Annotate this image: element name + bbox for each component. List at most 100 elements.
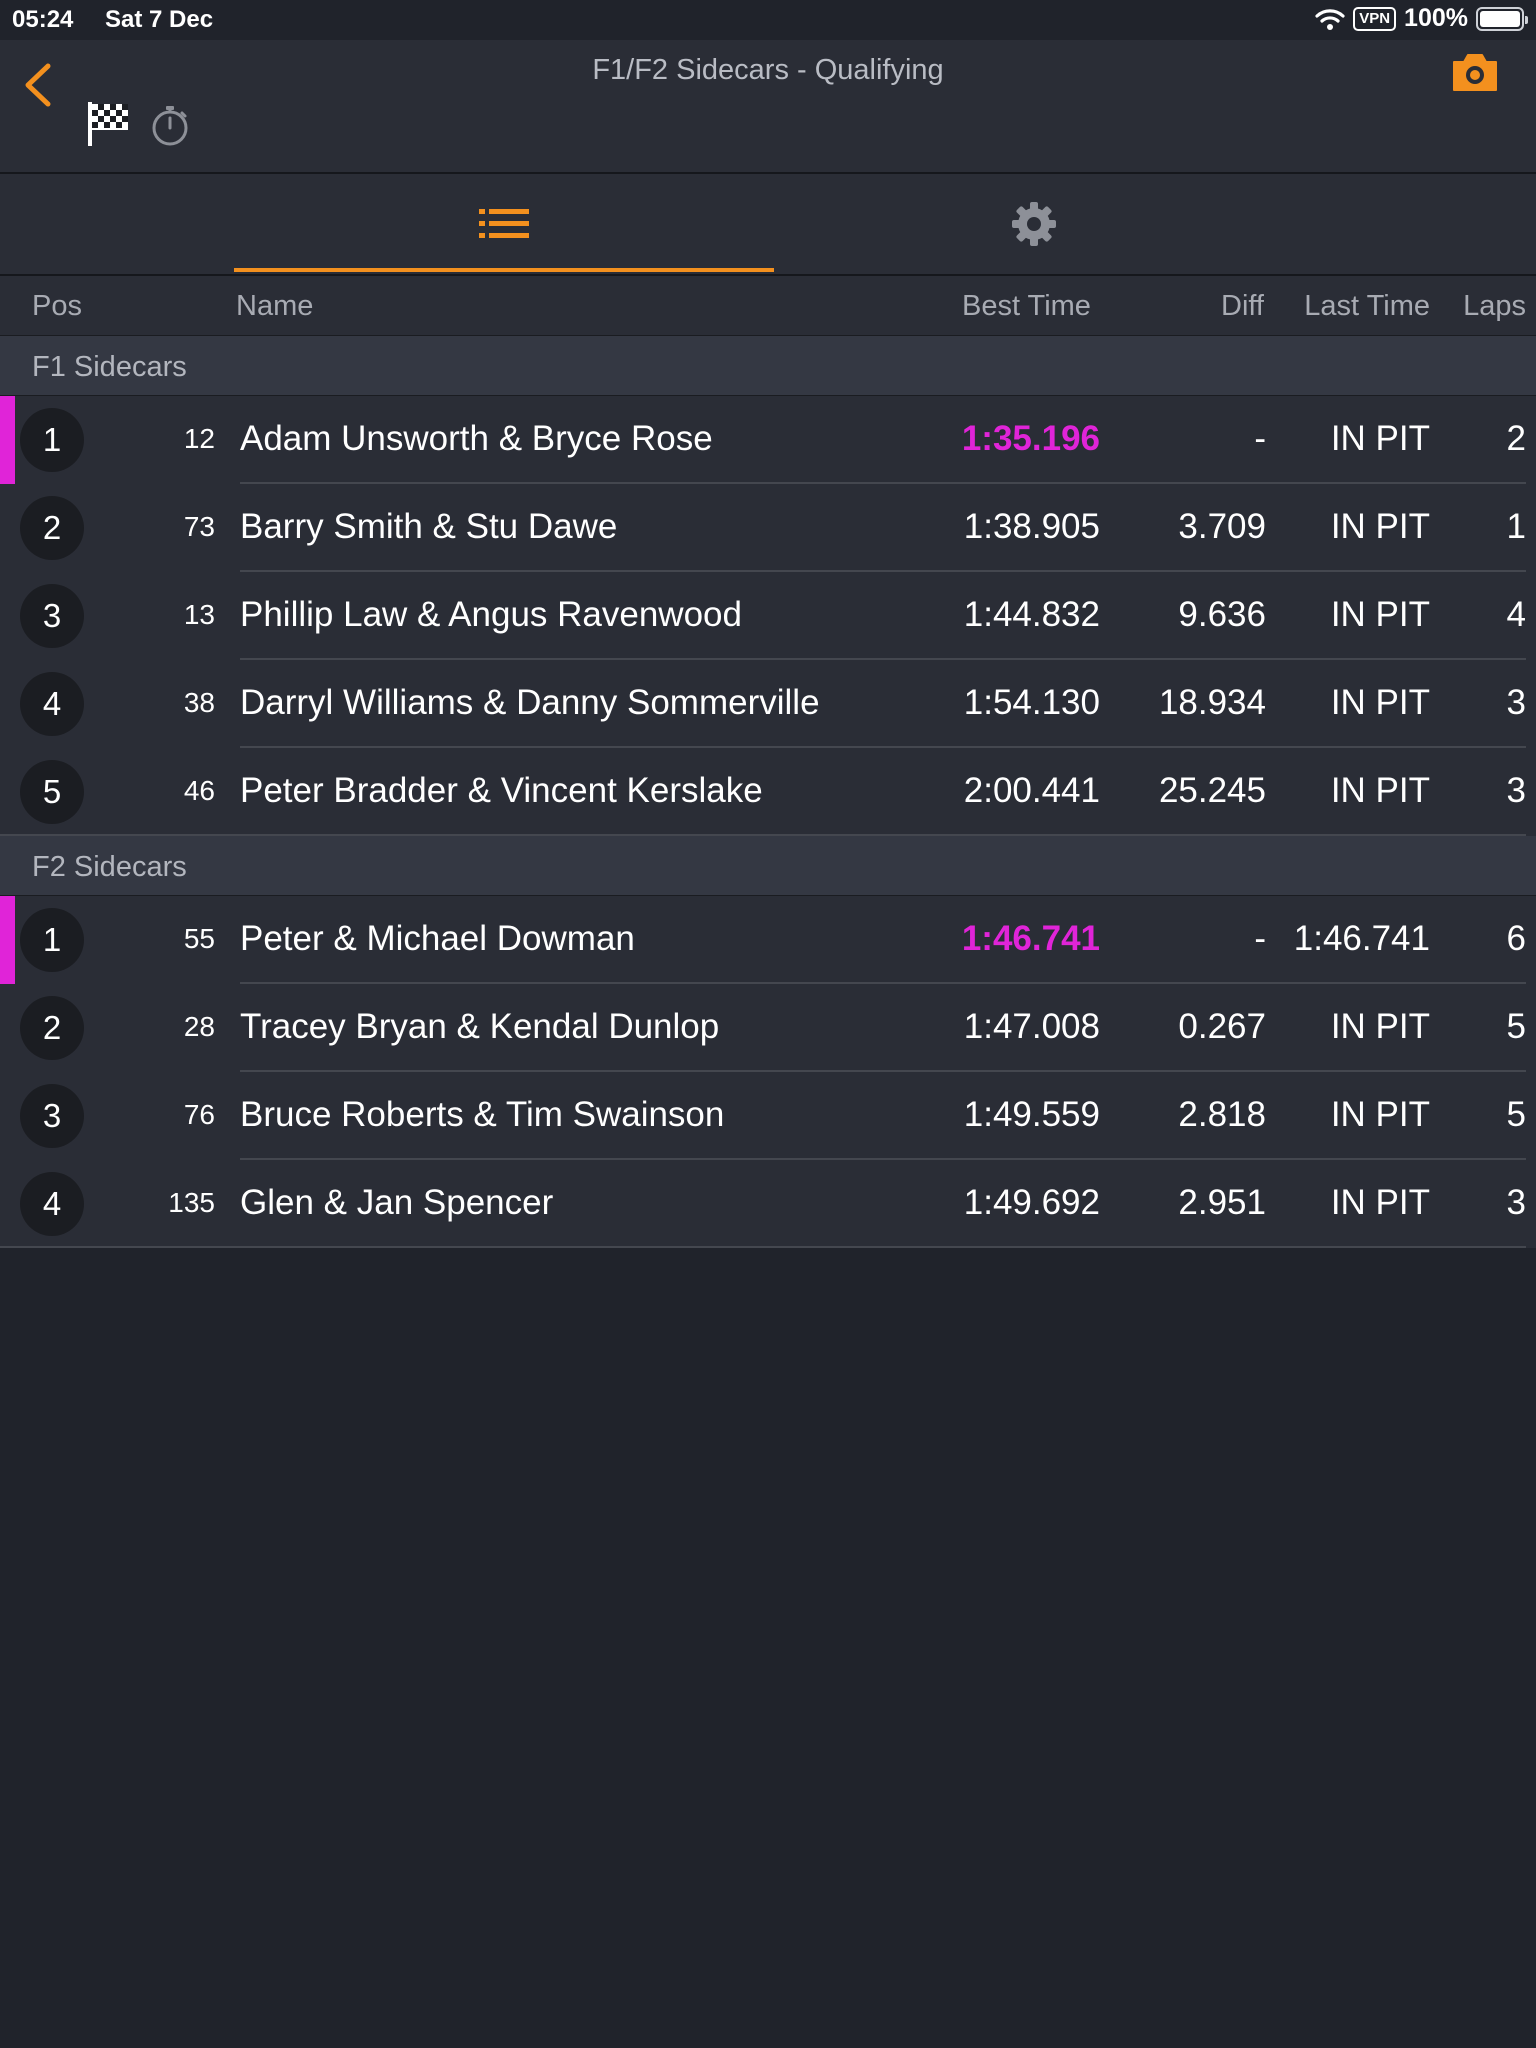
last-time: IN PIT bbox=[1330, 507, 1430, 546]
column-laps: Laps bbox=[1463, 290, 1526, 322]
best-time: 1:35.196 bbox=[961, 419, 1100, 458]
position-badge: 2 bbox=[20, 496, 84, 560]
class-section-header: F2 Sidecars bbox=[0, 836, 1536, 896]
position-badge: 5 bbox=[20, 760, 84, 824]
class-section-title: F2 Sidecars bbox=[32, 851, 187, 883]
camera-button[interactable] bbox=[1450, 50, 1500, 94]
last-time: IN PIT bbox=[1330, 1007, 1430, 1046]
car-number: 28 bbox=[183, 1011, 215, 1042]
stopwatch-icon bbox=[152, 106, 188, 146]
car-number: 73 bbox=[183, 511, 215, 542]
status-indicators: VPN 100% bbox=[1315, 4, 1528, 33]
fastest-lap-marker bbox=[0, 896, 15, 984]
flag-button[interactable] bbox=[86, 100, 130, 148]
tab-settings[interactable] bbox=[774, 174, 1294, 274]
position-badge: 3 bbox=[20, 1084, 84, 1148]
column-best-time: Best Time bbox=[962, 290, 1091, 322]
rider-names: Peter Bradder & Vincent Kerslake bbox=[240, 771, 763, 810]
car-number: 46 bbox=[183, 775, 215, 806]
column-diff: Diff bbox=[1221, 290, 1264, 322]
best-time: 1:46.741 bbox=[961, 919, 1100, 958]
list-icon bbox=[479, 209, 529, 238]
lap-count: 4 bbox=[1506, 595, 1526, 634]
car-number: 12 bbox=[183, 423, 215, 454]
last-time: IN PIT bbox=[1330, 419, 1430, 458]
class-section-title: F1 Sidecars bbox=[32, 351, 187, 383]
best-time: 1:47.008 bbox=[963, 1007, 1100, 1046]
time-diff: 2.818 bbox=[1178, 1095, 1266, 1134]
position-badge: 4 bbox=[20, 672, 84, 736]
table-row[interactable]: 5 46 Peter Bradder & Vincent Kerslake 2:00.… bbox=[0, 748, 1536, 836]
nav-bar: F1/F2 Sidecars - Qualifying bbox=[0, 40, 1536, 174]
status-time: 05:24 bbox=[12, 6, 74, 33]
lap-count: 6 bbox=[1506, 919, 1526, 958]
last-time: IN PIT bbox=[1330, 771, 1430, 810]
rider-names: Phillip Law & Angus Ravenwood bbox=[240, 595, 742, 634]
table-row[interactable]: 4 38 Darryl Williams & Danny Sommerville 1:… bbox=[0, 660, 1536, 748]
status-bar: 05:24 Sat 7 Dec VPN 100% bbox=[0, 0, 1536, 40]
table-row[interactable]: 1 12 Adam Unsworth & Bryce Rose 1:35.196 - IN… bbox=[0, 396, 1536, 484]
timer-button[interactable] bbox=[148, 103, 192, 147]
car-number: 13 bbox=[183, 599, 215, 630]
last-time: IN PIT bbox=[1330, 1183, 1430, 1222]
battery-percent: 100% bbox=[1404, 4, 1468, 32]
car-number: 76 bbox=[183, 1099, 215, 1130]
lap-count: 3 bbox=[1506, 1183, 1526, 1222]
time-diff: 3.709 bbox=[1178, 507, 1266, 546]
rider-names: Peter & Michael Dowman bbox=[240, 919, 635, 958]
tab-results-list[interactable] bbox=[234, 174, 774, 274]
time-diff: - bbox=[1254, 919, 1266, 958]
row-divider bbox=[0, 1246, 1526, 1248]
lap-count: 3 bbox=[1506, 683, 1526, 722]
best-time: 1:44.832 bbox=[963, 595, 1100, 634]
lap-count: 2 bbox=[1506, 419, 1526, 458]
vpn-badge: VPN bbox=[1353, 6, 1397, 31]
table-row[interactable]: 2 73 Barry Smith & Stu Dawe 1:38.905 3.709 IN… bbox=[0, 484, 1536, 572]
time-diff: 18.934 bbox=[1158, 683, 1266, 722]
lap-count: 5 bbox=[1506, 1095, 1526, 1134]
gear-icon bbox=[1012, 202, 1056, 246]
best-time: 1:38.905 bbox=[963, 507, 1100, 546]
time-diff: 0.267 bbox=[1178, 1007, 1266, 1046]
column-header: Pos Name Best Time Diff Last Time Laps bbox=[0, 276, 1536, 336]
rider-names: Adam Unsworth & Bryce Rose bbox=[240, 419, 713, 458]
table-row[interactable]: 1 55 Peter & Michael Dowman 1:46.741-1:46.7… bbox=[0, 896, 1536, 984]
last-time: IN PIT bbox=[1330, 683, 1430, 722]
battery-fill bbox=[1480, 10, 1520, 27]
column-pos: Pos bbox=[32, 290, 82, 322]
car-number: 135 bbox=[168, 1187, 215, 1218]
rider-names: Darryl Williams & Danny Sommerville bbox=[240, 683, 820, 722]
column-last-time: Last Time bbox=[1304, 290, 1430, 322]
lap-count: 3 bbox=[1506, 771, 1526, 810]
position-badge: 4 bbox=[20, 1172, 84, 1236]
last-time: IN PIT bbox=[1330, 1095, 1430, 1134]
table-row[interactable]: 3 13 Phillip Law & Angus Ravenwood 1:44.832… bbox=[0, 572, 1536, 660]
best-time: 1:54.130 bbox=[963, 683, 1100, 722]
last-time: 1:46.741 bbox=[1293, 919, 1430, 958]
camera-icon bbox=[1453, 54, 1497, 91]
tab-selected-indicator bbox=[234, 268, 774, 272]
position-badge: 1 bbox=[20, 408, 84, 472]
fastest-lap-marker bbox=[0, 396, 15, 484]
tab-bar bbox=[0, 174, 1536, 276]
wifi-icon bbox=[1315, 8, 1345, 30]
status-date: Sat 7 Dec bbox=[105, 6, 214, 33]
best-time: 2:00.441 bbox=[963, 771, 1100, 810]
car-number: 38 bbox=[183, 687, 215, 718]
page-title: F1/F2 Sidecars - Qualifying bbox=[592, 54, 944, 86]
rider-names: Bruce Roberts & Tim Swainson bbox=[240, 1095, 725, 1134]
table-row[interactable]: 4 135 Glen & Jan Spencer 1:49.692 2.951 IN PI… bbox=[0, 1160, 1536, 1248]
battery-icon bbox=[1476, 6, 1528, 31]
time-diff: 25.245 bbox=[1158, 771, 1266, 810]
column-name: Name bbox=[236, 290, 314, 322]
position-badge: 2 bbox=[20, 996, 84, 1060]
last-time: IN PIT bbox=[1330, 595, 1430, 634]
class-section-header: F1 Sidecars bbox=[0, 336, 1536, 396]
table-row[interactable]: 3 76 Bruce Roberts & Tim Swainson 1:49.559 2… bbox=[0, 1072, 1536, 1160]
lap-count: 5 bbox=[1506, 1007, 1526, 1046]
time-diff: 9.636 bbox=[1178, 595, 1266, 634]
table-row[interactable]: 2 28 Tracey Bryan & Kendal Dunlop 1:47.008 0… bbox=[0, 984, 1536, 1072]
position-badge: 1 bbox=[20, 908, 84, 972]
rider-names: Glen & Jan Spencer bbox=[240, 1183, 554, 1222]
position-badge: 3 bbox=[20, 584, 84, 648]
